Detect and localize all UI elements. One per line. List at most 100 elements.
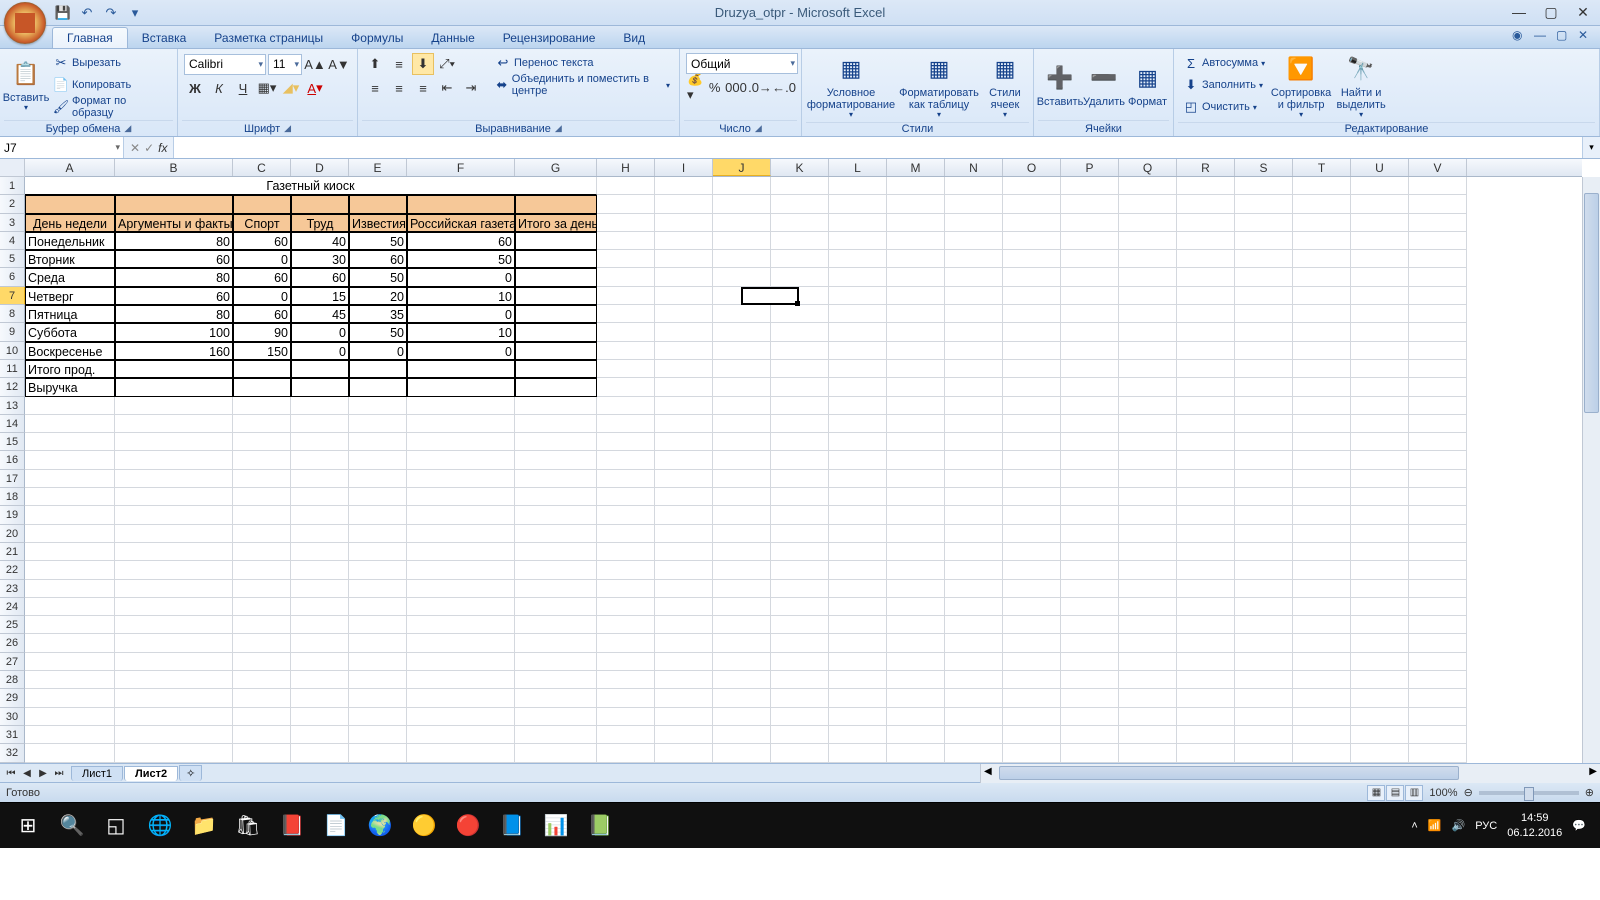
cell[interactable]: [1409, 726, 1467, 744]
cell[interactable]: 35: [349, 305, 407, 323]
view-normal-button[interactable]: ▦: [1367, 785, 1385, 801]
row-header-13[interactable]: 13: [0, 397, 25, 415]
taskbar-app-11[interactable]: 📘: [490, 806, 534, 846]
cell[interactable]: [1235, 323, 1293, 341]
cell[interactable]: [1003, 671, 1061, 689]
cell[interactable]: [349, 744, 407, 762]
cell[interactable]: [1061, 378, 1119, 396]
cell[interactable]: [233, 488, 291, 506]
cell[interactable]: [1003, 470, 1061, 488]
cell[interactable]: [1293, 653, 1351, 671]
cell[interactable]: [887, 397, 945, 415]
cell[interactable]: [115, 671, 233, 689]
cell[interactable]: [887, 470, 945, 488]
cell[interactable]: [349, 671, 407, 689]
cell[interactable]: [713, 433, 771, 451]
cell[interactable]: [515, 287, 597, 305]
cell[interactable]: [713, 580, 771, 598]
column-header-Q[interactable]: Q: [1119, 159, 1177, 176]
cell[interactable]: [597, 378, 655, 396]
cell[interactable]: [1003, 616, 1061, 634]
cell[interactable]: [771, 671, 829, 689]
cell[interactable]: [115, 360, 233, 378]
cell[interactable]: [25, 561, 115, 579]
cell[interactable]: [829, 616, 887, 634]
orientation-button[interactable]: ⤢▾: [436, 53, 458, 75]
cell[interactable]: Суббота: [25, 323, 115, 341]
cell[interactable]: [291, 506, 349, 524]
find-select-button[interactable]: 🔭Найти и выделить▾: [1332, 51, 1390, 122]
cell[interactable]: [655, 232, 713, 250]
cell[interactable]: [655, 214, 713, 232]
cell[interactable]: [655, 744, 713, 762]
cell[interactable]: [1119, 250, 1177, 268]
taskbar-app-13[interactable]: 📗: [578, 806, 622, 846]
cell[interactable]: [1061, 195, 1119, 213]
column-headers[interactable]: ABCDEFGHIJKLMNOPQRSTUV: [25, 159, 1582, 177]
cell[interactable]: [349, 378, 407, 396]
cell[interactable]: [1293, 268, 1351, 286]
cell[interactable]: [407, 671, 515, 689]
cell[interactable]: [1177, 488, 1235, 506]
cell[interactable]: Вторник: [25, 250, 115, 268]
cell[interactable]: [1177, 305, 1235, 323]
copy-button[interactable]: 📄Копировать: [50, 75, 171, 95]
cell[interactable]: 60: [349, 250, 407, 268]
new-sheet-button[interactable]: ✧: [179, 765, 202, 781]
cell[interactable]: [291, 470, 349, 488]
cell[interactable]: [1003, 378, 1061, 396]
cell[interactable]: [1409, 543, 1467, 561]
cell[interactable]: [1293, 561, 1351, 579]
cell[interactable]: [887, 708, 945, 726]
cell[interactable]: [233, 525, 291, 543]
column-header-H[interactable]: H: [597, 159, 655, 176]
cell[interactable]: [1119, 470, 1177, 488]
cell[interactable]: [1061, 433, 1119, 451]
cell[interactable]: [1003, 634, 1061, 652]
tab-page-layout[interactable]: Разметка страницы: [200, 28, 337, 48]
cell[interactable]: [1177, 598, 1235, 616]
cell[interactable]: [597, 671, 655, 689]
cell[interactable]: [25, 580, 115, 598]
cell[interactable]: [713, 744, 771, 762]
cell[interactable]: [829, 653, 887, 671]
shrink-font-button[interactable]: A▼: [328, 53, 350, 75]
cell[interactable]: [1235, 543, 1293, 561]
column-header-I[interactable]: I: [655, 159, 713, 176]
cell[interactable]: [655, 177, 713, 195]
cell[interactable]: [597, 433, 655, 451]
cell[interactable]: [1235, 726, 1293, 744]
cell[interactable]: [887, 488, 945, 506]
cell[interactable]: [829, 268, 887, 286]
cell[interactable]: [233, 506, 291, 524]
cell[interactable]: [1003, 250, 1061, 268]
cell[interactable]: [1351, 543, 1409, 561]
cell[interactable]: [515, 616, 597, 634]
cell[interactable]: [1409, 744, 1467, 762]
cell[interactable]: [1235, 506, 1293, 524]
cell[interactable]: 80: [115, 232, 233, 250]
cell[interactable]: [1177, 232, 1235, 250]
row-header-21[interactable]: 21: [0, 543, 25, 561]
cell[interactable]: [1235, 342, 1293, 360]
cell[interactable]: [945, 360, 1003, 378]
cell[interactable]: [1293, 580, 1351, 598]
cell[interactable]: [1177, 451, 1235, 469]
cell[interactable]: [655, 598, 713, 616]
cell[interactable]: [115, 433, 233, 451]
cell[interactable]: [407, 525, 515, 543]
cell[interactable]: [945, 342, 1003, 360]
cell[interactable]: [1061, 268, 1119, 286]
cell[interactable]: День недели: [25, 214, 115, 232]
row-header-30[interactable]: 30: [0, 708, 25, 726]
cell[interactable]: [1119, 744, 1177, 762]
cell[interactable]: [597, 214, 655, 232]
cell[interactable]: [655, 470, 713, 488]
cell[interactable]: [407, 506, 515, 524]
cell[interactable]: [713, 671, 771, 689]
cell[interactable]: [945, 726, 1003, 744]
cell[interactable]: [1119, 305, 1177, 323]
cell[interactable]: [771, 397, 829, 415]
cell[interactable]: [515, 744, 597, 762]
cell[interactable]: [597, 598, 655, 616]
